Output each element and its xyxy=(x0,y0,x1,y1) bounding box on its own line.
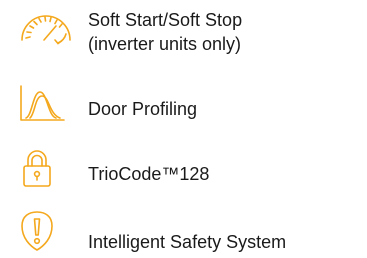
feature-label-line: Soft Start/Soft Stop xyxy=(88,10,243,30)
padlock-icon xyxy=(18,148,58,188)
feature-label: Door Profiling xyxy=(88,97,197,121)
feature-label-line: TrioCode™128 xyxy=(88,164,210,184)
soft-start-gauge-icon xyxy=(18,10,74,50)
feature-door-profiling: Door Profiling xyxy=(0,84,367,124)
feature-label-line: Door Profiling xyxy=(88,99,198,119)
exclamation-shield-icon xyxy=(18,210,58,254)
feature-triocode: TrioCode™128 xyxy=(0,148,367,188)
feature-label: TrioCode™128 xyxy=(88,162,209,186)
feature-label-line: (inverter units only) xyxy=(88,34,242,54)
door-profiling-curve-icon xyxy=(18,84,66,122)
feature-safety-system: Intelligent Safety System xyxy=(0,210,367,254)
feature-label: Soft Start/Soft Stop (inverter units onl… xyxy=(88,8,242,56)
feature-label-line: Intelligent Safety System xyxy=(88,232,287,252)
feature-label: Intelligent Safety System xyxy=(88,230,286,254)
feature-soft-start: Soft Start/Soft Stop (inverter units onl… xyxy=(0,4,367,62)
